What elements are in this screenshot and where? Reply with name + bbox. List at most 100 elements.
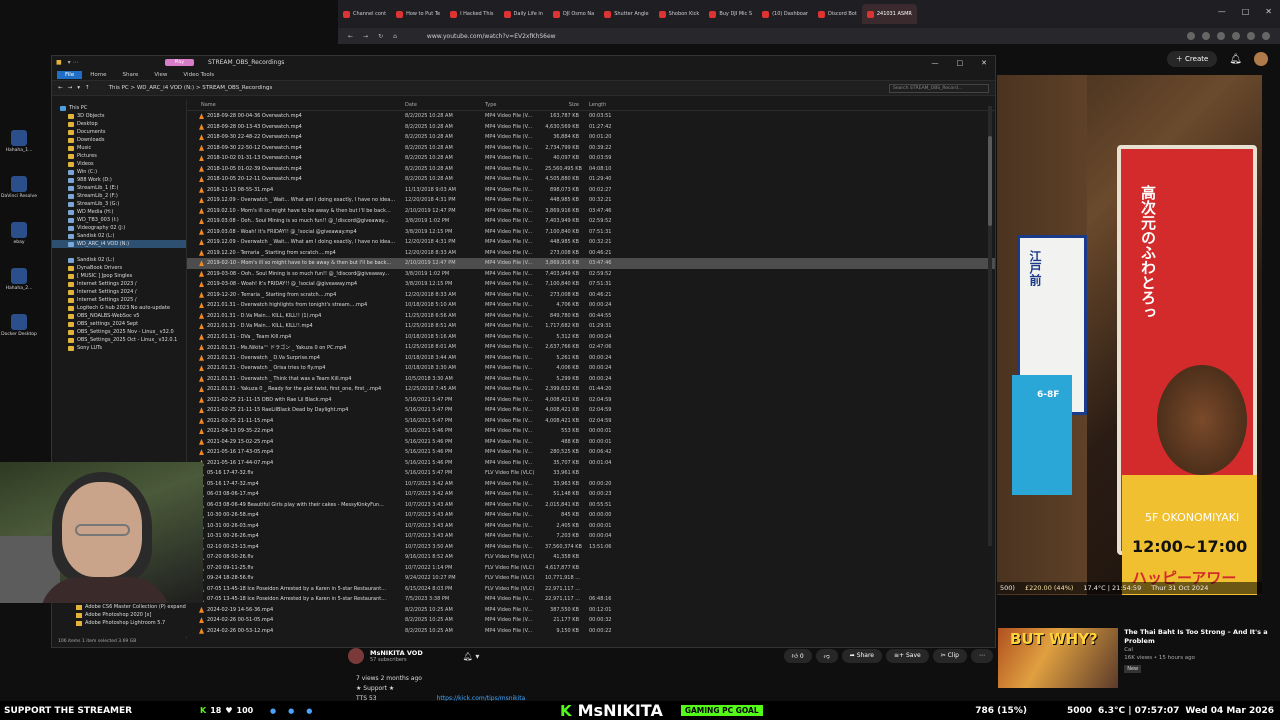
file-row[interactable]: 2018-09-30 22-48-22 Overwatch.mp4 8/2/202… <box>187 132 995 143</box>
ribbon-tab[interactable]: Share <box>114 71 146 79</box>
browser-tab[interactable]: Daily Life in <box>499 4 548 24</box>
file-row[interactable]: 2019-03-08 - Woah! It's FRIDAY!! @_!soci… <box>187 279 995 290</box>
explorer-minimize-icon[interactable]: — <box>932 59 939 67</box>
browser-tab[interactable]: How to Put Te <box>391 4 445 24</box>
nav-item[interactable]: Internet Settings 2023 / <box>52 280 186 288</box>
app-icon[interactable]: ● <box>270 707 276 715</box>
file-row[interactable]: 2021.01.31 - D.Va Main... KILL, KILL!! (… <box>187 311 995 322</box>
extension-icon[interactable] <box>1202 32 1210 40</box>
nav-item[interactable]: StreamLib_1 (E:) <box>52 184 186 192</box>
extension-icon[interactable] <box>1262 32 1270 40</box>
nav-item[interactable]: Sandisk 02 (L:) <box>52 232 186 240</box>
nav-item[interactable]: Internet Settings 2024 / <box>52 288 186 296</box>
file-row[interactable]: 2021-02-25 21-11-15 DBD with Rae Lil Bla… <box>187 395 995 406</box>
file-row[interactable]: 2018-11-13 08-55-31.mp4 11/13/2018 9:03 A… <box>187 185 995 196</box>
app-icon[interactable]: ● <box>288 707 294 715</box>
more-actions-icon[interactable]: ⋯ <box>971 649 993 663</box>
file-row[interactable]: 2019.12.09 - Overwatch _ Wait... What am… <box>187 195 995 206</box>
desktop-icon[interactable]: DaVinci Resolve <box>0 176 38 218</box>
file-row[interactable]: 2019.02.10 - Mom's ill so might have to … <box>187 206 995 217</box>
forward-icon[interactable]: → <box>363 33 368 40</box>
file-row[interactable]: 02-10 00-23-13.mp4 10/7/2023 3:50 AM MP4 V… <box>187 542 995 553</box>
extension-icon[interactable] <box>1247 32 1255 40</box>
nav-item[interactable] <box>52 248 186 256</box>
nav-item[interactable]: Sony LUTs <box>52 344 186 352</box>
subscribe-bell-icon[interactable]: 🔔︎ ▾ <box>463 652 480 661</box>
file-row[interactable]: 10-30 00-26-58.mp4 10/7/2023 3:43 AM MP4 V… <box>187 510 995 521</box>
ribbon-tab[interactable]: Video Tools <box>175 71 222 79</box>
desktop-icon[interactable]: Hahaha_1... <box>0 130 38 172</box>
file-row[interactable]: 2021.01.31 - Ms.Nikita™ ドラゴン _ Yakuza 0 … <box>187 342 995 353</box>
quick-access-icons[interactable]: ▾ ⋯ <box>68 59 79 66</box>
browser-tab[interactable]: 241031 ASMR <box>861 4 917 24</box>
nav-item[interactable]: WD_ARC_i4 VOD (N:) <box>52 240 186 248</box>
file-row[interactable]: 2019-12-20 - Terraria _ Starting from sc… <box>187 290 995 301</box>
side-app-item[interactable]: Adobe CS6 Master Collection (P) expand <box>72 603 192 611</box>
play-context-tab[interactable]: Play <box>164 59 194 66</box>
ribbon-tab[interactable]: Home <box>82 71 114 79</box>
file-row[interactable]: 2021-04-29 15-02-25.mp4 5/16/2021 5:46 PM… <box>187 437 995 448</box>
save-button[interactable]: ≡+ Save <box>886 649 929 663</box>
like-button[interactable]: 👍︎ 0 <box>783 649 812 663</box>
nav-item[interactable]: WD_TB3_003 (I:) <box>52 216 186 224</box>
nav-item[interactable]: 3D Objects <box>52 112 186 120</box>
file-row[interactable]: 2021-04-13 09-35-22.mp4 5/16/2021 5:46 PM… <box>187 426 995 437</box>
file-row[interactable]: 2018-10-05 20-12-11 Overwatch.mp4 8/2/202… <box>187 174 995 185</box>
nav-item[interactable]: StreamLib_2 (F:) <box>52 192 186 200</box>
notifications-bell-icon[interactable]: 🔔︎ <box>1229 54 1242 65</box>
nav-item[interactable]: [ MUSIC ] Jpop Singles <box>52 272 186 280</box>
file-row[interactable]: 2024-02-26 00-51-05.mp4 8/2/2025 10:25 AM… <box>187 615 995 626</box>
file-row[interactable]: 2021.01.31 - Overwatch _ D.Va Surprise.m… <box>187 353 995 364</box>
browser-tab[interactable]: I Hacked This <box>445 4 498 24</box>
nav-item[interactable]: WD Media (H:) <box>52 208 186 216</box>
channel-avatar[interactable] <box>348 648 364 664</box>
address-bar[interactable]: www.youtube.com/watch?v=EV2xfKhS6ew <box>427 33 556 40</box>
back-icon[interactable]: ← <box>348 33 353 40</box>
file-row[interactable]: 05-16 17-47-32.flv 5/16/2021 5:47 PM FLV V… <box>187 468 995 479</box>
extension-icon[interactable] <box>1217 32 1225 40</box>
file-row[interactable]: 2021-02-25 21-11-15 RaeLilBlack Dead by … <box>187 405 995 416</box>
maximize-icon[interactable]: □ <box>1242 7 1250 16</box>
create-button[interactable]: ＋ Create <box>1166 51 1218 67</box>
file-row[interactable]: 10-31 00-26-03.mp4 10/7/2023 3:43 AM MP4 V… <box>187 521 995 532</box>
file-row[interactable]: 07-05 13-45-18 Ice Poseidon Arrested by … <box>187 584 995 595</box>
file-row[interactable]: 06-03 08-06-17.mp4 10/7/2023 3:42 AM MP4 V… <box>187 489 995 500</box>
file-row[interactable]: 2021-05-16 17-43-05.mp4 5/16/2021 5:46 PM… <box>187 447 995 458</box>
side-app-item[interactable]: Adobe Photoshop Lightroom 5.7 <box>72 619 192 627</box>
file-row[interactable]: 2019.12.09 - Overwatch _ Wait... What am… <box>187 237 995 248</box>
recent-dropdown-icon[interactable]: ▾ <box>77 85 80 91</box>
nav-item[interactable]: 988 Work (D:) <box>52 176 186 184</box>
explorer-maximize-icon[interactable]: □ <box>957 59 964 67</box>
nav-item[interactable]: DynaBook Drivers <box>52 264 186 272</box>
file-row[interactable]: 10-31 00-26-26.mp4 10/7/2023 3:43 AM MP4 V… <box>187 531 995 542</box>
file-row[interactable]: 2019.03.08 - Woah! It's FRIDAY!! @_!soci… <box>187 227 995 238</box>
video-player[interactable]: 江戸前 6-8F 高次元のふわとろっ 5F OKONOMIYAKI 12:00~… <box>997 75 1262 595</box>
search-input[interactable]: Search STREAM_OBS_Record... <box>889 83 989 93</box>
minimize-icon[interactable]: — <box>1218 7 1226 16</box>
column-type[interactable]: Type <box>485 102 545 108</box>
reload-icon[interactable]: ↻ <box>378 33 383 40</box>
file-row[interactable]: 2018-10-02 01-31-13 Overwatch.mp4 8/2/202… <box>187 153 995 164</box>
home-icon[interactable]: ⌂ <box>393 33 397 40</box>
file-row[interactable]: 2019-03-08 - Ooh.. Soul Mining is so muc… <box>187 269 995 280</box>
breadcrumb[interactable]: This PC > WD_ARC_i4 VOD (N:) > STREAM_OB… <box>109 85 273 91</box>
file-row[interactable]: 2024-02-19 14-56-36.mp4 8/2/2025 10:25 AM… <box>187 605 995 616</box>
file-row[interactable]: 2018-09-30 22-50-12 Overwatch.mp4 8/2/202… <box>187 143 995 154</box>
browser-tab[interactable]: Buy DJI Mic S <box>704 4 757 24</box>
recommended-channel[interactable]: Cal <box>1124 646 1280 654</box>
desktop-icon[interactable]: Hahaha_2... <box>0 268 38 310</box>
nav-item[interactable]: Documents <box>52 128 186 136</box>
file-row[interactable]: 2019-02-10 - Mom's ill so might have to … <box>187 258 995 269</box>
extension-icon[interactable] <box>1187 32 1195 40</box>
column-size[interactable]: Size <box>545 102 583 108</box>
file-row[interactable]: 07-20 08-50-26.flv 9/16/2021 8:52 AM FLV V… <box>187 552 995 563</box>
file-row[interactable]: 2019.03.08 - Ooh.. Soul Mining is so muc… <box>187 216 995 227</box>
nav-item[interactable]: Downloads <box>52 136 186 144</box>
column-length[interactable]: Length <box>583 102 623 108</box>
nav-item[interactable]: OBS_settings_2024 Sept <box>52 320 186 328</box>
file-row[interactable]: 2021.01.31 - DVa _ Team Kill.mp4 10/18/20… <box>187 332 995 343</box>
nav-item[interactable]: Pictures <box>52 152 186 160</box>
file-row[interactable]: 05-16 17-47-32.mp4 10/7/2023 3:42 AM MP4 V… <box>187 479 995 490</box>
column-date[interactable]: Date <box>405 102 485 108</box>
file-row[interactable]: 06-03 08-06-49 Beautiful Girls play with… <box>187 500 995 511</box>
